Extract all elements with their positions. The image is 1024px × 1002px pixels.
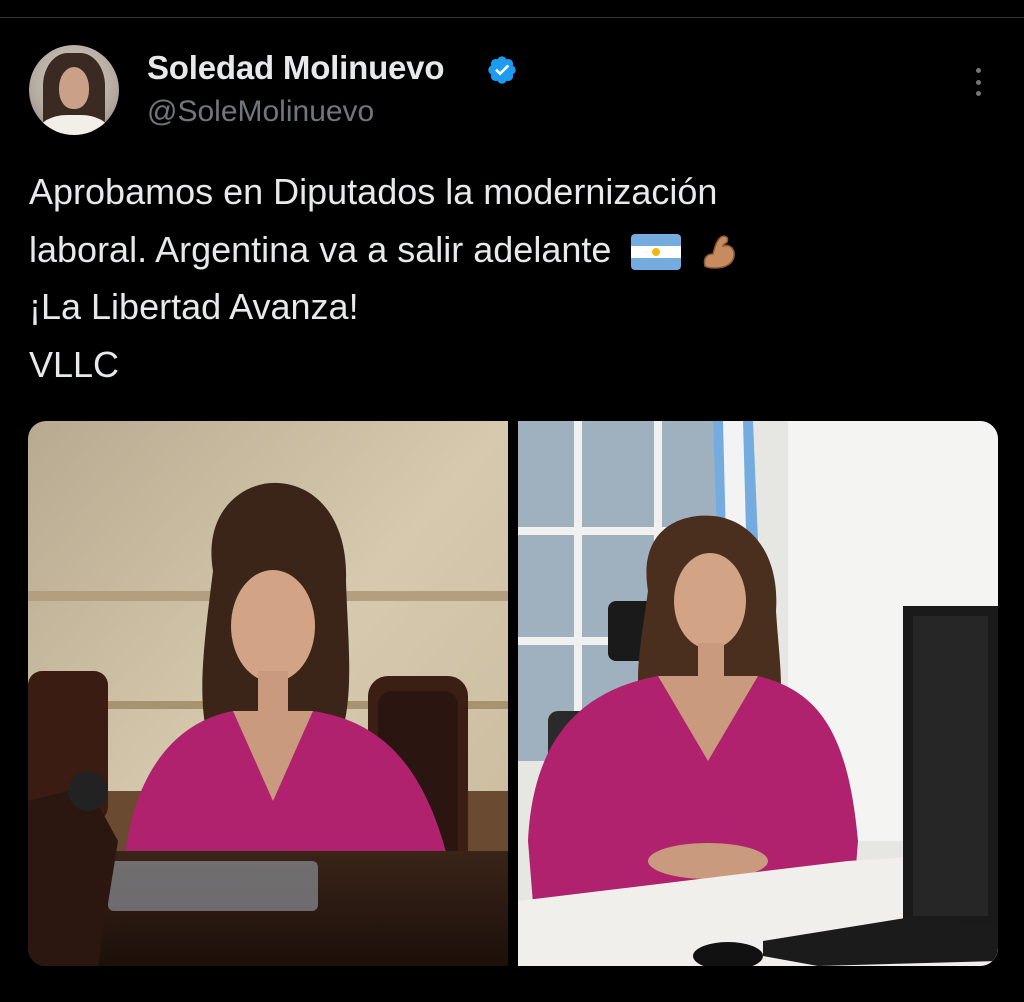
photo-congress-desk[interactable] — [28, 421, 508, 966]
photo-office-desk[interactable] — [518, 421, 998, 966]
more-options-icon[interactable] — [962, 66, 994, 98]
media-grid — [28, 421, 998, 966]
top-divider — [0, 17, 1024, 18]
tweet-line: ¡La Libertad Avanza! — [29, 286, 359, 327]
author-name[interactable]: Soledad Molinuevo — [147, 49, 444, 87]
avatar[interactable] — [29, 45, 119, 135]
tweet-line-text: laboral. Argentina va a salir adelante — [29, 228, 612, 270]
flexed-biceps-icon — [704, 235, 736, 269]
tweet-line: VLLC — [29, 343, 120, 385]
tweet-line: Aprobamos en Diputados la modernización — [29, 171, 718, 212]
flag-argentina-icon — [631, 233, 682, 270]
author-handle[interactable]: @SoleMolinuevo — [147, 95, 374, 129]
tweet-line: laboral. Argentina va a salir adelante — [29, 221, 989, 279]
tweet-text: Aprobamos en Diputados la modernización … — [29, 163, 989, 393]
verified-badge-icon — [488, 56, 516, 84]
